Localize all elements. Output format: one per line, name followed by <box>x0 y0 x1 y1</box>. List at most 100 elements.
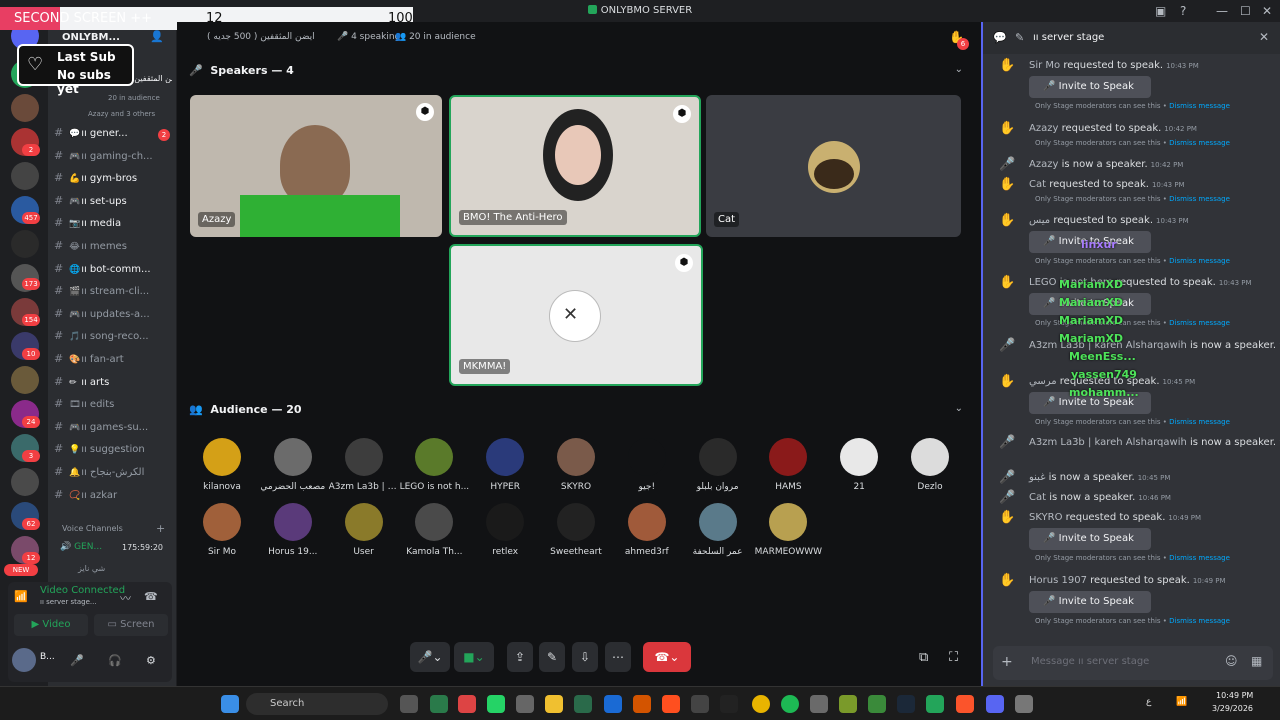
message-user[interactable]: Sir Mo <box>1029 60 1060 71</box>
maximize-icon[interactable]: ☐ <box>1240 4 1251 18</box>
help-icon[interactable]: ? <box>1180 4 1186 18</box>
dismiss-link[interactable]: Dismiss message <box>1169 418 1230 426</box>
audience-member[interactable]: Horus 19... <box>258 503 328 557</box>
fullscreen-icon[interactable]: ⛶ <box>949 650 958 665</box>
dismiss-link[interactable]: Dismiss message <box>1169 195 1230 203</box>
chrome-icon[interactable] <box>752 695 770 713</box>
channel-item[interactable]: # 🎮ıı set-ups <box>54 194 174 214</box>
dismiss-link[interactable]: Dismiss message <box>1169 554 1230 562</box>
audience-member[interactable]: Sir Mo <box>187 503 257 557</box>
noise-icon[interactable]: 〰 <box>120 590 131 606</box>
app-icon[interactable] <box>868 695 886 713</box>
speaker-tile-active[interactable]: ✕ ⬢ MKMMA! <box>449 244 703 386</box>
avatar[interactable] <box>12 648 36 672</box>
app-icon[interactable] <box>691 695 709 713</box>
server-icon[interactable] <box>11 162 39 190</box>
dismiss-link[interactable]: Dismiss message <box>1169 257 1230 265</box>
server-icon[interactable] <box>11 366 39 394</box>
speaker-tile[interactable]: Cat <box>706 95 961 237</box>
audience-member[interactable]: MARMEOWWW <box>753 503 823 557</box>
clock-time[interactable]: 10:49 PM <box>1216 691 1253 700</box>
inbox-icon[interactable]: ▣ <box>1155 4 1166 18</box>
server-icon[interactable] <box>11 94 39 122</box>
mic-icon[interactable]: 🎤 <box>70 654 84 667</box>
audience-member[interactable]: Sweetheart <box>541 503 611 557</box>
wifi-icon[interactable]: 📶 <box>1176 697 1187 707</box>
channel-item[interactable]: # 📿ıı azkar <box>54 488 174 508</box>
collapse-speakers-icon[interactable]: ⌄ <box>955 64 963 75</box>
audience-member[interactable]: عمر السلحفة <box>683 503 753 557</box>
channel-item[interactable]: # 🎬ıı stream-cli... <box>54 284 174 304</box>
add-member-icon[interactable]: 👤 <box>150 30 164 43</box>
channel-item[interactable]: # 🎵ıı song-reco... <box>54 329 174 349</box>
signal-icon[interactable]: 📶 <box>14 590 28 603</box>
audience-member[interactable]: HAMS <box>753 438 823 492</box>
add-channel-icon[interactable]: + <box>156 522 165 535</box>
audience-member[interactable]: جيو! <box>612 438 682 492</box>
audience-member[interactable]: مصعب الحضرمي <box>258 438 328 492</box>
speaker-tile[interactable]: ⬢ Azazy <box>190 95 442 237</box>
app-icon[interactable] <box>839 695 857 713</box>
minimize-icon[interactable]: — <box>1216 4 1228 18</box>
channel-item[interactable]: # 🔔ıı الكرش-بنجاح <box>54 465 174 485</box>
message-user[interactable]: غبنو <box>1029 472 1045 483</box>
dismiss-link[interactable]: Dismiss message <box>1169 139 1230 147</box>
language-indicator[interactable]: ع <box>1146 697 1151 707</box>
channel-item[interactable]: # 🎮ıı gaming-ch... <box>54 149 174 169</box>
clock-date[interactable]: 3/29/2026 <box>1212 704 1253 713</box>
app-icon[interactable] <box>430 695 448 713</box>
steam-icon[interactable] <box>897 695 915 713</box>
invite-to-speak-button[interactable]: 🎤 Invite to Speak <box>1029 591 1151 613</box>
popout-icon[interactable]: ⧉ <box>919 650 928 665</box>
audience-member[interactable]: ahmed3rf <box>612 503 682 557</box>
message-user[interactable]: Cat <box>1029 179 1046 190</box>
channel-item[interactable]: # ✏ ıı arts <box>54 375 174 395</box>
server-icon[interactable] <box>11 468 39 496</box>
illustrator-icon[interactable] <box>662 695 680 713</box>
username[interactable]: B... <box>40 652 55 662</box>
close-window-icon[interactable]: ✕ <box>1262 4 1272 18</box>
voice-member[interactable]: شي نايز <box>78 564 105 573</box>
camera-button[interactable]: ■⌄ <box>454 642 494 672</box>
close-chat-icon[interactable]: ✕ <box>1259 30 1269 44</box>
dismiss-link[interactable]: Dismiss message <box>1169 102 1230 110</box>
screen-share-button[interactable]: ▭ Screen <box>94 614 168 636</box>
dismiss-link[interactable]: Dismiss message <box>1169 617 1230 625</box>
audience-member[interactable]: SKYRO <box>541 438 611 492</box>
audience-member[interactable]: User <box>329 503 399 557</box>
video-button[interactable]: ▶ Video <box>14 614 88 636</box>
task-view-icon[interactable] <box>400 695 418 713</box>
message-user[interactable]: مرسي <box>1029 376 1057 387</box>
taskbar-search[interactable]: Search <box>246 693 388 715</box>
channel-item[interactable]: # 🎨ıı fan-art <box>54 352 174 372</box>
collapse-audience-icon[interactable]: ⌄ <box>955 403 963 414</box>
channel-item[interactable]: # 💪ıı gym-bros <box>54 171 174 191</box>
voice-channels-header[interactable]: Voice Channels <box>62 524 123 533</box>
server-icon[interactable] <box>11 230 39 258</box>
audience-member[interactable]: kilanova <box>187 438 257 492</box>
chat-input[interactable]: + Message ıı server stage ☺ ▦ <box>993 646 1273 680</box>
channel-item[interactable]: # 🎮ıı updates-a... <box>54 307 174 327</box>
headphones-icon[interactable]: 🎧 <box>108 654 122 667</box>
move-to-audience-icon[interactable]: ⇩ <box>572 642 598 672</box>
message-user[interactable]: A3zm La3b | kareh Alsharqawih <box>1029 437 1187 448</box>
audience-member[interactable]: HYPER <box>470 438 540 492</box>
more-options-icon[interactable]: ⋯ <box>605 642 631 672</box>
epic-games-icon[interactable] <box>720 695 738 713</box>
leave-stage-button[interactable]: ☎⌄ <box>643 642 691 672</box>
app-icon[interactable] <box>604 695 622 713</box>
audience-member[interactable]: retlex <box>470 503 540 557</box>
message-user[interactable]: ميس <box>1029 215 1050 226</box>
speaker-tile-active[interactable]: ⬢ BMO! The Anti-Hero <box>449 95 701 237</box>
audience-member[interactable]: 21 <box>824 438 894 492</box>
app-icon[interactable] <box>574 695 592 713</box>
attach-icon[interactable]: + <box>1001 654 1013 670</box>
discord-icon[interactable] <box>986 695 1004 713</box>
brave-icon[interactable] <box>956 695 974 713</box>
whatsapp-icon[interactable] <box>487 695 505 713</box>
dismiss-link[interactable]: Dismiss message <box>1169 319 1230 327</box>
message-user[interactable]: Azazy <box>1029 159 1058 170</box>
audience-member[interactable]: Kamola Th... <box>399 503 469 557</box>
activity-icon[interactable]: ✎ <box>539 642 565 672</box>
message-user[interactable]: Horus 1907 <box>1029 575 1087 586</box>
